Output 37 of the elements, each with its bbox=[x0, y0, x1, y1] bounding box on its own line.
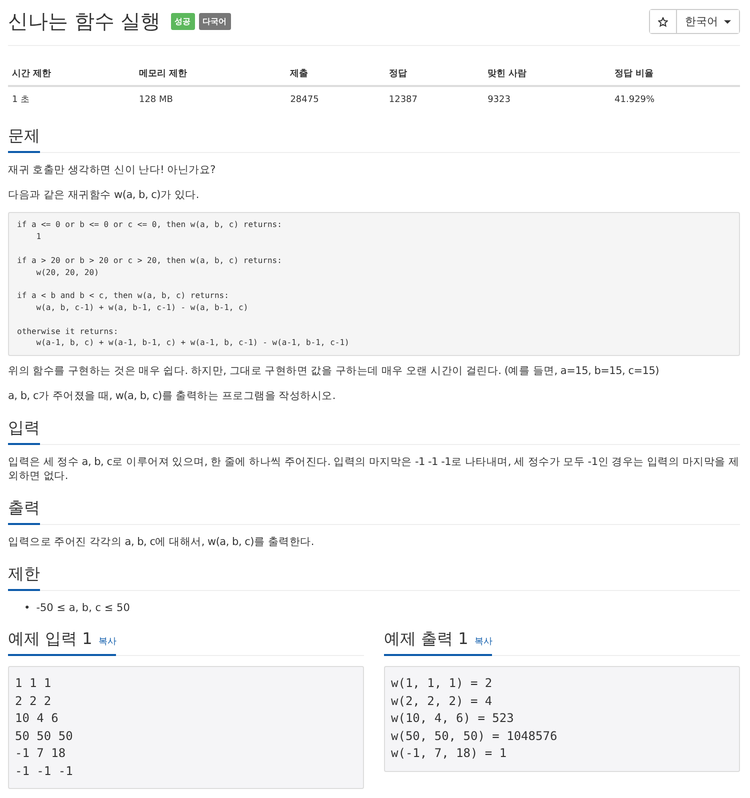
sample-data: 1 1 1 2 2 2 10 4 6 50 50 50 -1 7 18 -1 -1 -1 bbox=[8, 666, 364, 790]
list-item: -50 ≤ a, b, c ≤ 50 bbox=[36, 600, 130, 616]
code-block: if a <= 0 or b <= 0 or c <= 0, then w(a, b, c) returns: 1 if a > 20 or b > 20 or c > 20, then w(a, b, c) returns: w(20, 20, 20) if a < b and b < c, then w(a, b, c) returns: w(a, b, c-1) + w(a, b-1, c-1) - w(a, b-1, c) otherwise it returns: w(a-1, b, c) + w(a-1, b-1, c) + w(a-1, b, c-1) - w(a-1, b-1, c-1) bbox=[8, 212, 740, 356]
table-cell: 12387 bbox=[384, 86, 484, 112]
sample-data: w(1, 1, 1) = 2 w(2, 2, 2) = 4 w(10, 4, 6) = 523 w(50, 50, 50) = 1048576 w(-1, 7, 18) = 1 bbox=[384, 666, 740, 772]
problem-title: 신나는 함수 실행 bbox=[8, 8, 161, 35]
paragraph: 다음과 같은 재귀함수 w(a, b, c)가 있다. bbox=[8, 188, 200, 202]
table-cell: 128 MB bbox=[134, 86, 286, 112]
column-header: 정답 bbox=[384, 62, 484, 86]
status-badge: 성공 bbox=[170, 13, 195, 30]
caret-icon bbox=[724, 20, 731, 24]
copy-link[interactable]: 복사 bbox=[98, 635, 116, 648]
bullet-marker: • bbox=[24, 600, 30, 616]
paragraph: a, b, c가 주어졌을 때, w(a, b, c)를 출력하는 프로그램을 작성하시오. bbox=[8, 388, 336, 404]
table-cell: 1 초 bbox=[8, 86, 135, 112]
column-header: 메모리 제한 bbox=[134, 62, 286, 86]
column-header: 제출 bbox=[286, 62, 385, 86]
table-cell: 41.929% bbox=[610, 86, 740, 112]
paragraph: 재귀 호출만 생각하면 신이 난다! 아닌가요? bbox=[8, 163, 216, 178]
language-dropdown[interactable]: 한국어 bbox=[676, 10, 739, 33]
section-heading: 출력 bbox=[8, 498, 40, 519]
section-heading: 입력 bbox=[8, 418, 40, 439]
column-header: 맞힌 사람 bbox=[484, 62, 611, 86]
section-heading: 예제 입력 1 bbox=[8, 629, 92, 650]
paragraph: 위의 함수를 구현하는 것은 매우 쉽다. 하지만, 그대로 구현하면 값을 구하는데 매우 오랜 시간이 걸린다. (예를 들면, a=15, b=15, c=15) bbox=[8, 364, 660, 379]
copy-link[interactable]: 복사 bbox=[474, 635, 492, 648]
column-header: 시간 제한 bbox=[8, 62, 135, 86]
status-badge: 다국어 bbox=[198, 13, 231, 30]
section-heading: 예제 출력 1 bbox=[384, 629, 468, 650]
section-heading: 문제 bbox=[8, 126, 40, 147]
table-cell: 28475 bbox=[286, 86, 385, 112]
column-header: 정답 비율 bbox=[610, 62, 740, 86]
paragraph: 입력은 세 정수 a, b, c로 이루어져 있으며, 한 줄에 하나씩 주어진다. 입력의 마지막은 -1 -1 -1로 나타내며, 세 정수가 모두 -1인 경우는 입력의 마지막을 제외하면 없다. bbox=[8, 454, 740, 484]
section-heading: 제한 bbox=[8, 564, 40, 585]
star-icon bbox=[658, 16, 668, 26]
paragraph: 입력으로 주어진 각각의 a, b, c에 대해서, w(a, b, c)를 출력한다. bbox=[8, 534, 315, 550]
table-cell: 9323 bbox=[484, 86, 611, 112]
